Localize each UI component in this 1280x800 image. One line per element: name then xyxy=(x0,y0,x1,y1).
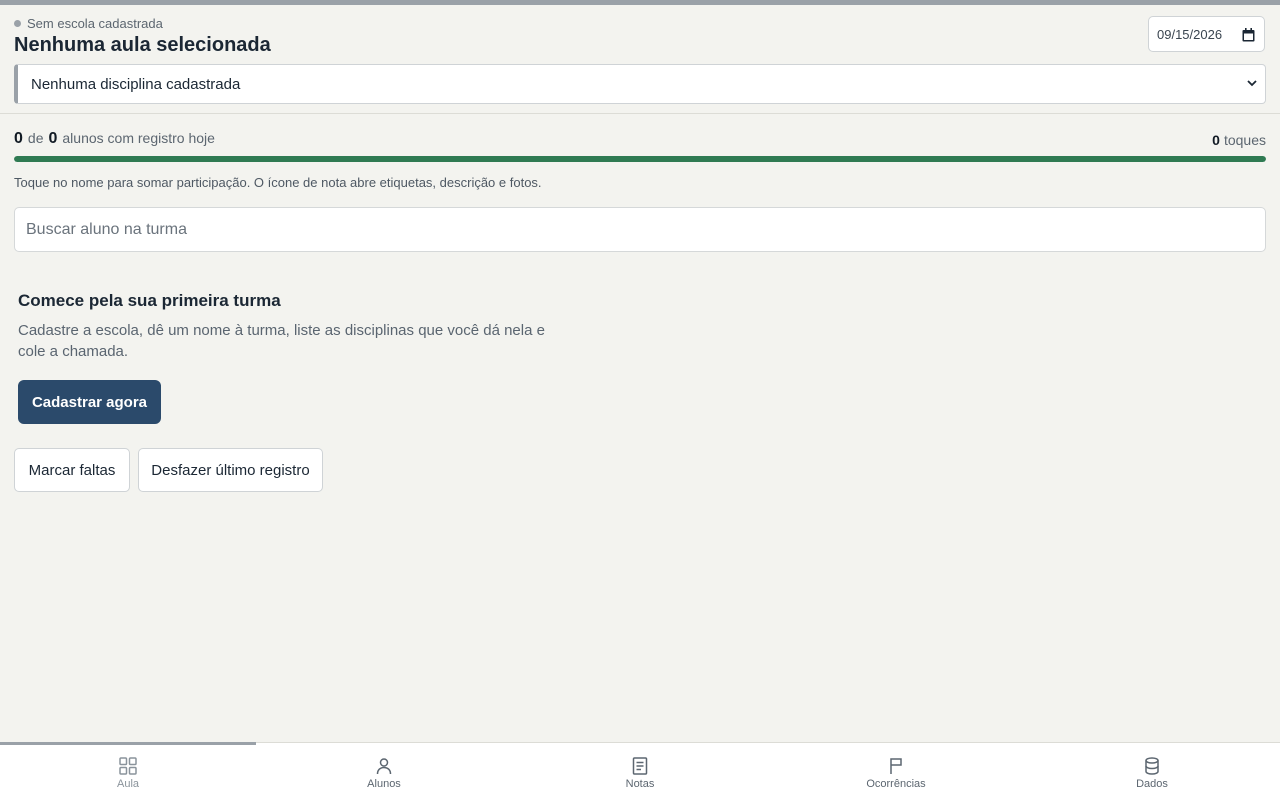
empty-state-title: Comece pela sua primeira turma xyxy=(18,291,281,310)
subject-select[interactable]: Nenhuma disciplina cadastrada xyxy=(14,64,1266,104)
empty-state-description: Cadastre a escola, dê um nome à turma, l… xyxy=(18,322,545,360)
user-icon xyxy=(376,758,392,775)
tab-notas[interactable]: Notas xyxy=(512,743,768,800)
touches-counter: 0 toques xyxy=(1212,132,1266,148)
total-count: 0 xyxy=(48,130,58,147)
tab-aula-label: Aula xyxy=(116,778,140,790)
date-input[interactable]: 09/15/2026 xyxy=(1148,16,1265,52)
calendar-icon[interactable] xyxy=(1242,28,1255,42)
touches-count: 0 xyxy=(1212,132,1220,148)
register-now-button[interactable]: Cadastrar agora xyxy=(18,380,161,424)
date-value: 09/15/2026 xyxy=(1157,26,1223,42)
tab-dados-label: Dados xyxy=(1136,778,1168,790)
subject-select-value: Nenhuma disciplina cadastrada xyxy=(31,75,241,93)
tab-alunos[interactable]: Alunos xyxy=(256,743,512,800)
progress-bar xyxy=(14,156,1266,162)
progress-fill xyxy=(14,156,1266,162)
attendance-stats: 0 de 0 alunos com registro hoje xyxy=(14,130,215,148)
chevron-down-icon xyxy=(1247,80,1257,87)
database-icon xyxy=(1145,757,1159,775)
of-label: de xyxy=(27,130,44,146)
flag-icon xyxy=(890,758,902,774)
lesson-header: Sem escola cadastrada Nenhuma aula selec… xyxy=(0,5,1280,114)
undo-last-button[interactable]: Desfazer último registro xyxy=(138,448,323,492)
school-status-label: Sem escola cadastrada xyxy=(27,16,163,31)
students-label: alunos com registro hoje xyxy=(62,130,215,146)
tab-aula[interactable]: Aula xyxy=(0,743,256,800)
tab-ocorrencias[interactable]: Ocorrências xyxy=(768,743,1024,800)
touches-label: toques xyxy=(1223,132,1266,148)
mark-absences-button[interactable]: Marcar faltas xyxy=(14,448,130,492)
tab-ocorrencias-label: Ocorrências xyxy=(866,778,926,790)
school-status: Sem escola cadastrada xyxy=(14,16,163,31)
tab-notas-label: Notas xyxy=(625,778,655,790)
status-dot-icon xyxy=(14,20,21,27)
tab-alunos-label: Alunos xyxy=(367,778,401,790)
registered-count: 0 xyxy=(14,130,23,147)
hint-text: Toque no nome para somar participação. O… xyxy=(14,175,542,190)
bottom-nav: Aula Alunos Notas Ocorrências Dados xyxy=(0,742,1280,800)
page-title: Nenhuma aula selecionada xyxy=(14,34,271,56)
grid-icon xyxy=(119,757,137,775)
tab-dados[interactable]: Dados xyxy=(1024,743,1280,800)
search-input[interactable] xyxy=(14,207,1266,252)
document-icon xyxy=(632,757,648,775)
active-tab-indicator xyxy=(0,742,256,745)
